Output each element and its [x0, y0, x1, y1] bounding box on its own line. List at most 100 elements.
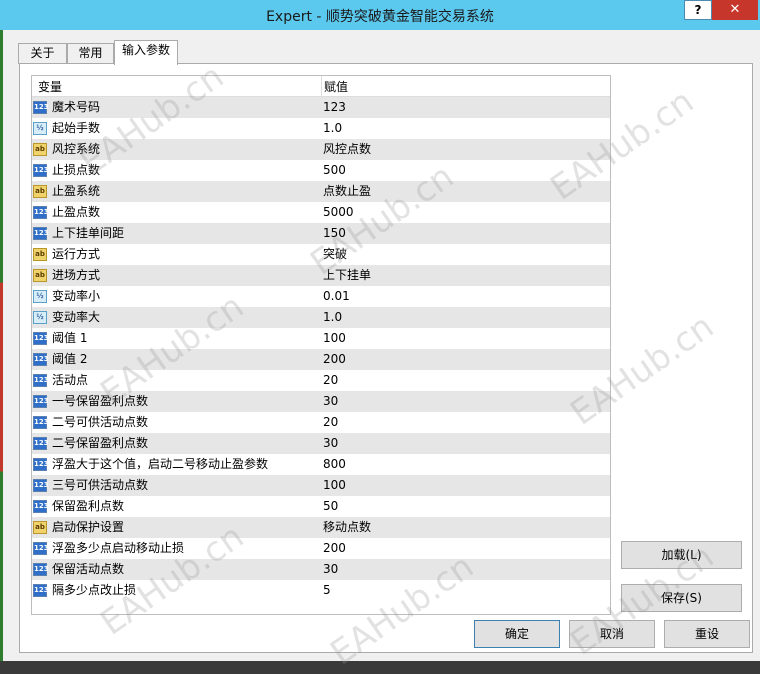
parameter-row[interactable]: 123 隔多少点改止损 5 [32, 580, 610, 601]
parameter-row[interactable]: 123 阈值 2 200 [32, 349, 610, 370]
parameter-grid[interactable]: 变量 赋值 123 魔术号码 123 ½ 起始手数 1.0 ab 风控系统 风控点数 123 止损… [31, 75, 611, 615]
parameter-value[interactable]: 上下挂单 [323, 265, 371, 286]
parameter-row[interactable]: 123 魔术号码 123 [32, 97, 610, 118]
parameter-name: 起始手数 [52, 121, 101, 135]
help-button[interactable]: ? [684, 0, 712, 20]
ok-button[interactable]: 确定 [474, 620, 560, 648]
parameter-row[interactable]: ½ 起始手数 1.0 [32, 118, 610, 139]
parameter-row[interactable]: ab 止盈系统 点数止盈 [32, 181, 610, 202]
parameter-row[interactable]: 123 一号保留盈利点数 30 [32, 391, 610, 412]
string-type-icon: ab [33, 269, 47, 282]
parameter-row[interactable]: 123 二号可供活动点数 20 [32, 412, 610, 433]
integer-type-icon: 123 [33, 416, 49, 429]
tab-common[interactable]: 常用 [67, 43, 114, 64]
parameter-value[interactable]: 5 [323, 580, 331, 601]
parameter-name: 隔多少点改止损 [52, 583, 137, 597]
parameter-value[interactable]: 1.0 [323, 118, 342, 139]
parameter-value[interactable]: 点数止盈 [323, 181, 371, 202]
parameter-value[interactable]: 200 [323, 538, 346, 559]
parameter-value[interactable]: 150 [323, 223, 346, 244]
title-bar[interactable]: Expert - 顺势突破黄金智能交易系统 ? ✕ [0, 0, 760, 30]
parameter-name: 启动保护设置 [52, 520, 125, 534]
parameter-name: 魔术号码 [52, 100, 101, 114]
parameter-row[interactable]: ab 启动保护设置 移动点数 [32, 517, 610, 538]
parameter-value[interactable]: 100 [323, 328, 346, 349]
string-type-icon: ab [33, 143, 47, 156]
parameter-name: 保留活动点数 [52, 562, 125, 576]
parameter-row[interactable]: 123 止损点数 500 [32, 160, 610, 181]
integer-type-icon: 123 [33, 206, 49, 219]
parameter-name: 浮盈大于这个值，启动二号移动止盈参数 [52, 457, 269, 471]
parameter-value[interactable]: 30 [323, 391, 338, 412]
parameter-name: 保留盈利点数 [52, 499, 125, 513]
load-button[interactable]: 加载(L) [621, 541, 742, 569]
parameter-value[interactable]: 123 [323, 97, 346, 118]
parameter-name: 二号保留盈利点数 [52, 436, 149, 450]
column-header-variable[interactable]: 变量 [38, 78, 62, 95]
parameter-value[interactable]: 30 [323, 559, 338, 580]
integer-type-icon: 123 [33, 395, 49, 408]
parameter-name: 变动率大 [52, 310, 101, 324]
double-type-icon: ½ [33, 290, 47, 303]
parameter-value[interactable]: 突破 [323, 244, 347, 265]
parameter-name: 止盈系统 [52, 184, 101, 198]
tab-about[interactable]: 关于 [18, 43, 67, 64]
parameter-name: 进场方式 [52, 268, 101, 282]
expert-properties-window: Expert - 顺势突破黄金智能交易系统 ? ✕ 关于 常用 输入参数 变量 … [0, 0, 760, 674]
parameter-row[interactable]: 123 浮盈大于这个值，启动二号移动止盈参数 800 [32, 454, 610, 475]
window-title: Expert - 顺势突破黄金智能交易系统 [266, 9, 494, 25]
reset-button[interactable]: 重设 [664, 620, 750, 648]
background-edge-stripe [0, 30, 3, 661]
parameter-value[interactable]: 100 [323, 475, 346, 496]
integer-type-icon: 123 [33, 437, 49, 450]
parameter-value[interactable]: 20 [323, 412, 338, 433]
integer-type-icon: 123 [33, 458, 49, 471]
integer-type-icon: 123 [33, 500, 49, 513]
parameter-rows: 123 魔术号码 123 ½ 起始手数 1.0 ab 风控系统 风控点数 123 止损点数 500 a… [32, 97, 610, 601]
parameter-value[interactable]: 50 [323, 496, 338, 517]
parameter-row[interactable]: 123 浮盈多少点启动移动止损 200 [32, 538, 610, 559]
parameter-name: 二号可供活动点数 [52, 415, 149, 429]
parameter-name: 阈值 1 [52, 331, 88, 345]
parameter-row[interactable]: ab 进场方式 上下挂单 [32, 265, 610, 286]
parameter-row[interactable]: ab 运行方式 突破 [32, 244, 610, 265]
integer-type-icon: 123 [33, 374, 49, 387]
cancel-button[interactable]: 取消 [569, 620, 655, 648]
save-button[interactable]: 保存(S) [621, 584, 742, 612]
integer-type-icon: 123 [33, 479, 49, 492]
parameter-value[interactable]: 30 [323, 433, 338, 454]
parameter-value[interactable]: 200 [323, 349, 346, 370]
parameter-value[interactable]: 1.0 [323, 307, 342, 328]
parameter-value[interactable]: 5000 [323, 202, 354, 223]
parameter-row[interactable]: 123 保留活动点数 30 [32, 559, 610, 580]
parameter-row[interactable]: 123 活动点 20 [32, 370, 610, 391]
parameter-value[interactable]: 风控点数 [323, 139, 371, 160]
parameter-row[interactable]: ab 风控系统 风控点数 [32, 139, 610, 160]
parameter-value[interactable]: 800 [323, 454, 346, 475]
tab-inputs[interactable]: 输入参数 [114, 40, 178, 65]
parameter-row[interactable]: 123 上下挂单间距 150 [32, 223, 610, 244]
parameter-row[interactable]: ½ 变动率小 0.01 [32, 286, 610, 307]
parameter-name: 风控系统 [52, 142, 101, 156]
parameter-value[interactable]: 20 [323, 370, 338, 391]
parameter-row[interactable]: ½ 变动率大 1.0 [32, 307, 610, 328]
parameter-row[interactable]: 123 保留盈利点数 50 [32, 496, 610, 517]
parameter-name: 阈值 2 [52, 352, 88, 366]
integer-type-icon: 123 [33, 227, 49, 240]
close-button[interactable]: ✕ [712, 0, 758, 20]
parameter-row[interactable]: 123 止盈点数 5000 [32, 202, 610, 223]
parameter-row[interactable]: 123 二号保留盈利点数 30 [32, 433, 610, 454]
parameter-name: 变动率小 [52, 289, 101, 303]
parameter-value[interactable]: 移动点数 [323, 517, 371, 538]
integer-type-icon: 123 [33, 101, 49, 114]
column-header-value[interactable]: 赋值 [324, 78, 348, 95]
parameter-value[interactable]: 500 [323, 160, 346, 181]
parameter-row[interactable]: 123 三号可供活动点数 100 [32, 475, 610, 496]
integer-type-icon: 123 [33, 164, 49, 177]
column-divider[interactable] [321, 76, 322, 96]
integer-type-icon: 123 [33, 563, 49, 576]
parameter-value[interactable]: 0.01 [323, 286, 350, 307]
parameter-name: 浮盈多少点启动移动止损 [52, 541, 185, 555]
parameter-row[interactable]: 123 阈值 1 100 [32, 328, 610, 349]
double-type-icon: ½ [33, 122, 47, 135]
